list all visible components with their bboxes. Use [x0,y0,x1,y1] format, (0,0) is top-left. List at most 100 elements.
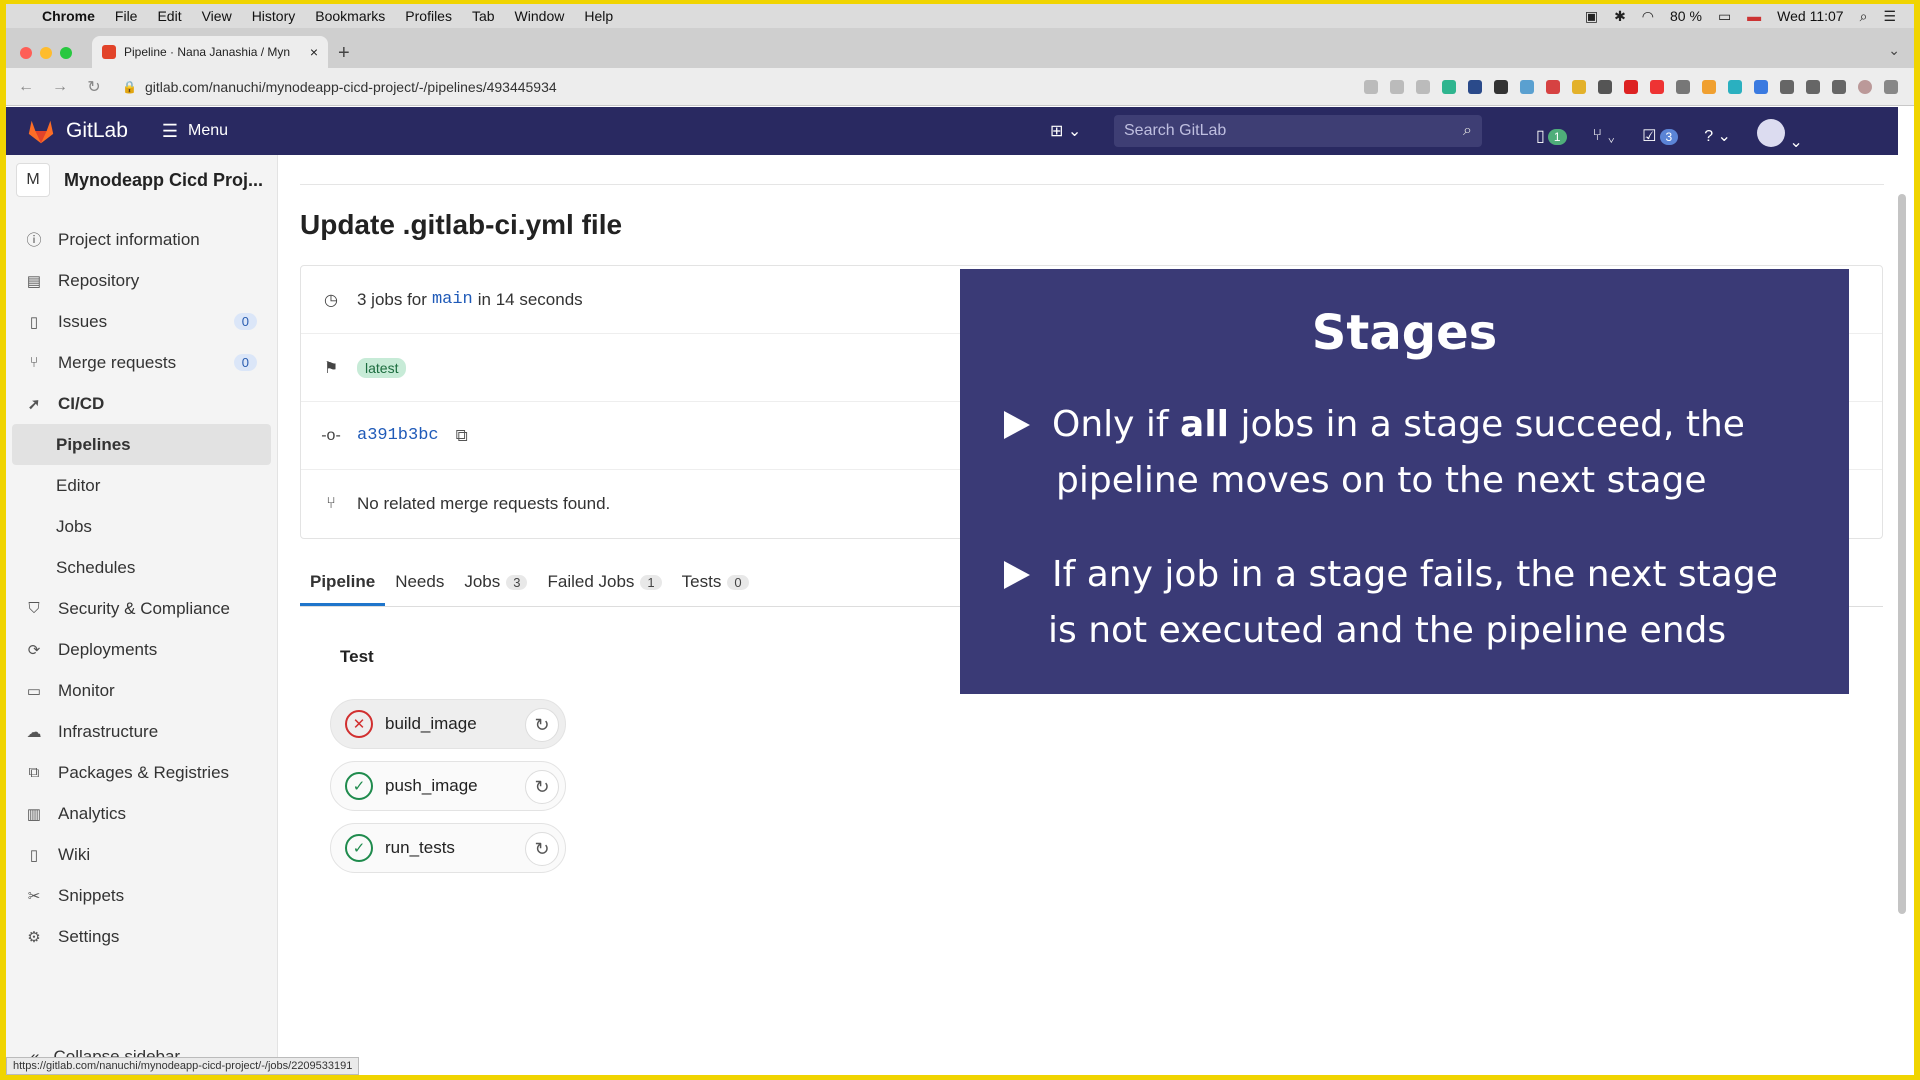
sidebar-item-infrastructure[interactable]: ☁ Infrastructure [6,711,277,752]
browser-tab-active[interactable]: Pipeline · Nana Janashia / Myn × [92,36,328,68]
main-menu-button[interactable]: ☰ Menu [162,121,228,142]
wifi-icon[interactable]: ◠ [1642,8,1654,25]
tab-jobs[interactable]: Jobs 3 [454,572,537,606]
merge-requests-dropdown-icon[interactable]: ⑂ ⌄ [1593,127,1617,145]
extension-icon[interactable] [1546,79,1560,94]
extension-icon[interactable] [1702,79,1716,94]
menu-edit[interactable]: Edit [157,8,181,24]
profile-avatar[interactable] [1858,79,1872,94]
zoom-icon[interactable] [1364,79,1378,94]
sidebar-item-cicd[interactable]: ➚ CI/CD [6,383,277,424]
bluetooth-icon[interactable]: ✱ [1614,8,1626,25]
new-tab-icon[interactable]: + [338,42,350,65]
sidebar-item-pipelines[interactable]: Pipelines [12,424,271,465]
job-run-tests[interactable]: ✓ run_tests ↻ [330,823,566,873]
menu-bookmarks[interactable]: Bookmarks [315,8,385,24]
menu-file[interactable]: File [115,8,138,24]
sidebar-item-packages-registries[interactable]: ⧉ Packages & Registries [6,752,277,793]
user-menu[interactable]: ⌄ [1756,119,1803,152]
retry-icon[interactable]: ↻ [525,770,559,804]
tab-failed-jobs[interactable]: Failed Jobs 1 [537,572,671,606]
reading-list-icon[interactable] [1832,79,1846,94]
menu-history[interactable]: History [252,8,296,24]
extension-icon[interactable] [1754,79,1768,94]
create-new-dropdown-icon[interactable]: ⊞ ⌄ [1050,121,1081,141]
sidebar-item-jobs[interactable]: Jobs [6,506,277,547]
overlay-text: is not executed and the pipeline ends [1048,610,1727,651]
tab-search-icon[interactable]: ⌄ [1888,42,1900,59]
project-header[interactable]: M Mynodeapp Cicd Proj... [6,155,277,205]
issues-count-badge: 0 [233,313,257,330]
sidebar-item-issues[interactable]: ▯ Issues 0 [6,301,277,342]
share-icon[interactable] [1390,79,1404,94]
sidebar-item-editor[interactable]: Editor [6,465,277,506]
gitlab-logo-icon[interactable] [26,116,56,146]
spotlight-search-icon[interactable]: ⌕ [1860,8,1868,25]
sidebar-item-schedules[interactable]: Schedules [6,547,277,588]
wiki-icon: ▯ [29,846,39,864]
sidebar-item-deployments[interactable]: ⟳ Deployments [6,629,277,670]
sidebar-item-label: Security & Compliance [58,598,230,618]
extensions-puzzle-icon[interactable] [1806,79,1820,94]
extension-icon[interactable] [1572,79,1586,94]
help-dropdown-icon[interactable]: ? ⌄ [1704,126,1731,146]
chrome-menu-icon[interactable] [1884,79,1898,94]
tab-tests[interactable]: Tests 0 [672,572,759,606]
menu-help[interactable]: Help [584,8,613,24]
extension-icon[interactable] [1676,79,1690,94]
retry-icon[interactable]: ↻ [525,708,559,742]
page-scrollbar[interactable] [1898,194,1906,914]
control-center-icon[interactable]: ☰ [1883,8,1896,25]
extension-icon[interactable] [1728,79,1742,94]
reload-icon[interactable]: ↻ [80,77,108,97]
menu-tab[interactable]: Tab [472,8,495,24]
branch-link[interactable]: main [432,290,473,309]
maximize-window-button[interactable] [60,47,72,59]
sidebar-item-monitor[interactable]: ▭ Monitor [6,670,277,711]
sidebar-item-security-compliance[interactable]: ⛉ Security & Compliance [6,588,277,629]
battery-percent[interactable]: 80 % [1670,8,1702,24]
lock-icon[interactable]: 🔒 [122,80,137,94]
retry-icon[interactable]: ↻ [525,832,559,866]
search-input[interactable]: Search GitLab ⌕ [1114,115,1482,147]
tab-pipeline[interactable]: Pipeline [300,572,386,606]
extension-icon[interactable] [1598,79,1612,94]
job-build-image[interactable]: ✕ build_image ↻ [330,699,566,749]
job-push-image[interactable]: ✓ push_image ↻ [330,761,566,811]
sidebar-item-analytics[interactable]: ▥ Analytics [6,793,277,834]
menu-view[interactable]: View [202,8,232,24]
gitlab-brand[interactable]: GitLab [66,119,128,143]
forward-icon[interactable]: → [46,78,74,96]
sidebar-item-repository[interactable]: ▤ Repository [6,260,277,301]
bookmark-star-icon[interactable] [1416,79,1430,94]
sidebar-item-snippets[interactable]: ✂ Snippets [6,875,277,916]
back-icon[interactable]: ← [12,78,40,96]
extension-icon[interactable] [1624,79,1638,94]
sidebar-item-settings[interactable]: ⚙ Settings [6,916,277,957]
sidebar-item-project-information[interactable]: ⓘ Project information [6,219,277,260]
battery-icon[interactable]: ▭ [1718,8,1731,25]
issues-button[interactable]: ▯ 1 [1536,126,1567,146]
url-field[interactable]: 🔒 gitlab.com/nanuchi/mynodeapp-cicd-proj… [122,79,557,95]
extension-icon[interactable] [1494,79,1508,94]
minimize-window-button[interactable] [40,47,52,59]
clock[interactable]: Wed 11:07 [1777,8,1843,24]
commit-sha-link[interactable]: a391b3bc [357,426,439,445]
extension-icon[interactable] [1650,79,1664,94]
extension-icon[interactable] [1780,79,1794,94]
todos-button[interactable]: ☑ 3 [1642,126,1679,146]
copy-icon[interactable]: ⧉ [456,426,468,446]
sidebar-item-merge-requests[interactable]: ⑂ Merge requests 0 [6,342,277,383]
menu-profiles[interactable]: Profiles [405,8,452,24]
extension-icon[interactable] [1468,79,1482,94]
extension-icon[interactable] [1520,79,1534,94]
tab-needs[interactable]: Needs [385,572,454,606]
menu-chrome[interactable]: Chrome [42,8,95,24]
screen-record-icon[interactable]: ▣ [1585,8,1598,25]
extension-icon[interactable] [1442,79,1456,94]
menu-window[interactable]: Window [515,8,565,24]
sidebar-item-wiki[interactable]: ▯ Wiki [6,834,277,875]
close-tab-icon[interactable]: × [310,44,318,60]
flag-icon[interactable]: ▬ [1747,8,1761,24]
close-window-button[interactable] [20,47,32,59]
